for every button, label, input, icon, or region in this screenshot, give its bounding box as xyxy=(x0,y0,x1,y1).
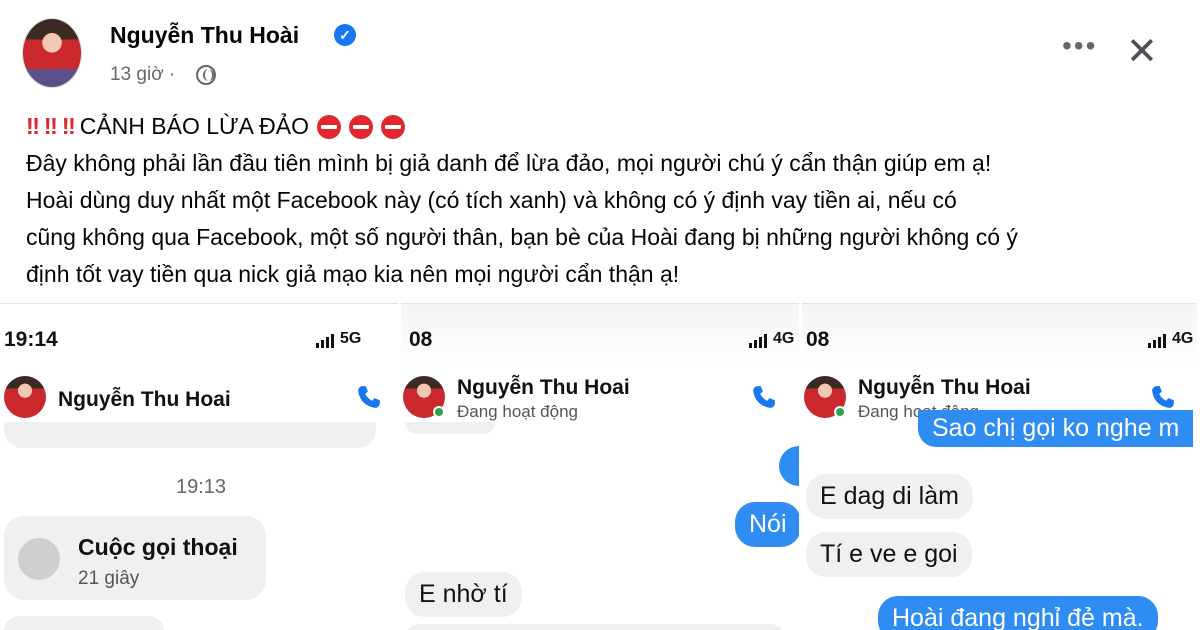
chat-timestamp: 19:13 xyxy=(176,476,227,498)
double-exclamation-icon: ‼ xyxy=(43,113,58,139)
missed-call-icon xyxy=(18,538,60,580)
verified-badge-icon: ✓ xyxy=(334,24,356,46)
author-name[interactable]: Nguyễn Thu Hoài xyxy=(110,22,299,49)
warning-line: ‼ ‼ ‼ CẢNH BÁO LỪA ĐẢO xyxy=(26,108,1186,145)
post-text: ‼ ‼ ‼ CẢNH BÁO LỪA ĐẢO Đây không phải lầ… xyxy=(26,108,1186,293)
globe-icon xyxy=(196,65,216,85)
incoming-message: E dag di làm xyxy=(806,474,973,519)
author-avatar[interactable] xyxy=(22,18,82,88)
message-bubble-cut xyxy=(4,422,376,448)
message-bubble-cut xyxy=(405,422,495,434)
status-time: 08 xyxy=(806,328,830,351)
call-duration: 21 giây xyxy=(78,568,140,589)
message-bubble-cut xyxy=(4,616,164,630)
attached-screenshots[interactable]: 19:14 5G Nguyễn Thu Hoai 19:13 Cuộc gọi … xyxy=(0,303,1200,630)
status-time: 19:14 xyxy=(4,328,58,351)
status-indicators: 4G xyxy=(1148,330,1193,348)
signal-icon xyxy=(316,334,334,348)
chat-header: Nguyễn Thu Hoai Đang hoạt động xyxy=(403,376,793,426)
warning-title: CẢNH BÁO LỪA ĐẢO xyxy=(79,113,309,139)
close-button[interactable]: ✕ xyxy=(1126,32,1158,72)
outgoing-message: Hoài đang nghỉ đẻ mà. xyxy=(878,596,1158,630)
contact-avatar xyxy=(4,376,46,418)
network-label: 5G xyxy=(340,330,362,347)
contact-name: Nguyễn Thu Hoai xyxy=(58,388,231,411)
contact-name: Nguyễn Thu Hoai xyxy=(457,376,630,399)
post-line: cũng không qua Facebook, một số người th… xyxy=(26,224,1018,250)
phone-call-icon xyxy=(753,386,775,408)
post-timestamp[interactable]: 13 giờ · xyxy=(110,64,175,86)
post-line: định tốt vay tiền qua nick giả mạo kia n… xyxy=(26,261,680,287)
chat-header: Nguyễn Thu Hoai xyxy=(4,376,394,426)
voice-call-card: Cuộc gọi thoại 21 giây xyxy=(4,516,266,600)
no-entry-icon xyxy=(316,114,341,139)
phone-call-icon xyxy=(1152,386,1174,408)
message-bubble-cut xyxy=(405,624,785,630)
screenshot-2[interactable]: 08 4G Nguyễn Thu Hoai Đang hoạt động Nói… xyxy=(401,303,799,630)
incoming-message: E nhờ tí xyxy=(405,572,522,617)
post-time-text[interactable]: 13 giờ xyxy=(110,64,164,85)
signal-icon xyxy=(749,334,767,348)
no-entry-icon xyxy=(380,114,405,139)
double-exclamation-icon: ‼ xyxy=(61,113,76,139)
online-status-icon xyxy=(834,406,846,418)
post-header: Nguyễn Thu Hoài ✓ 13 giờ · ••• ✕ xyxy=(22,18,1182,98)
signal-icon xyxy=(1148,334,1166,348)
network-label: 4G xyxy=(773,330,795,347)
incoming-message: Tí e ve e goi xyxy=(806,532,972,577)
contact-status: Đang hoạt động xyxy=(457,402,578,421)
outgoing-message: Sao chị gọi ko nghe m xyxy=(918,410,1194,447)
no-entry-icon xyxy=(348,114,373,139)
screenshot-3[interactable]: 08 4G Nguyễn Thu Hoai Đang hoạt động Sao… xyxy=(802,303,1197,630)
phone-call-icon xyxy=(358,386,380,408)
status-indicators: 5G xyxy=(316,330,361,348)
contact-name: Nguyễn Thu Hoai xyxy=(858,376,1031,399)
double-exclamation-icon: ‼ xyxy=(26,113,40,139)
status-time: 08 xyxy=(409,328,433,351)
screenshot-1[interactable]: 19:14 5G Nguyễn Thu Hoai 19:13 Cuộc gọi … xyxy=(0,303,398,630)
post-line: Hoài dùng duy nhất một Facebook này (có … xyxy=(26,187,957,213)
status-indicators: 4G xyxy=(749,330,794,348)
post-line: Đây không phải lần đầu tiên mình bị giả … xyxy=(26,150,992,176)
more-options-button[interactable]: ••• xyxy=(1062,32,1097,60)
message-bubble-cut xyxy=(779,446,799,486)
online-status-icon xyxy=(433,406,445,418)
outgoing-message: Nói xyxy=(735,502,799,547)
call-title: Cuộc gọi thoại xyxy=(78,534,238,560)
network-label: 4G xyxy=(1172,330,1194,347)
